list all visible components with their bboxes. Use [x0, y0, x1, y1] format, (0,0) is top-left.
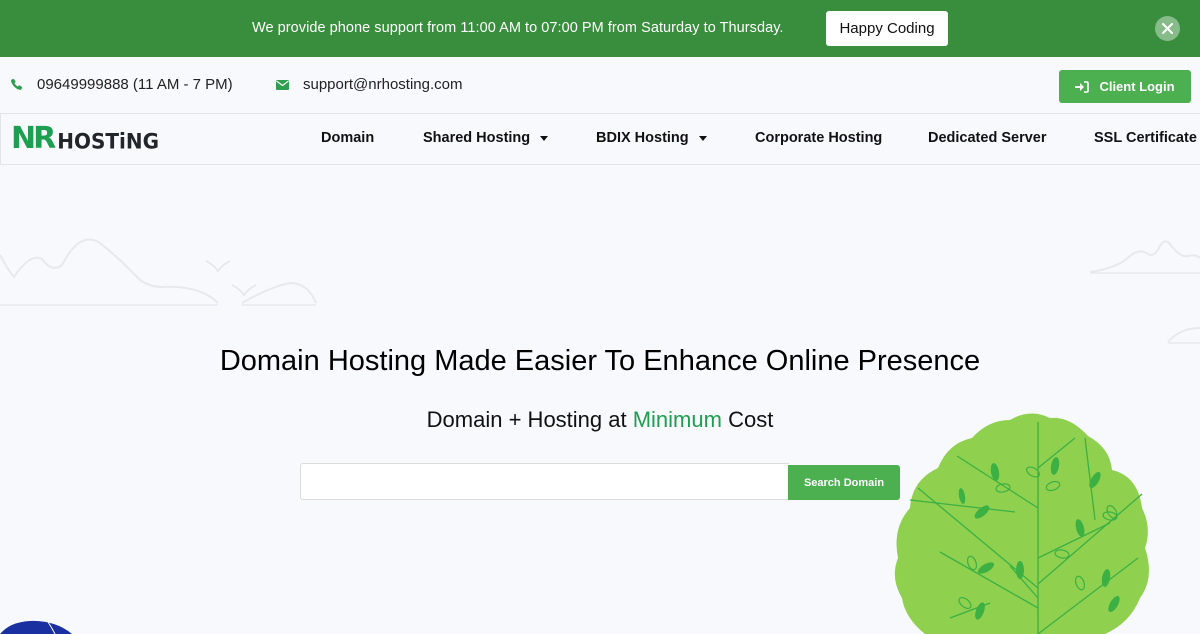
nav-item-ssl-certificate[interactable]: SSL Certificate — [1094, 130, 1197, 146]
email-contact: support@nrhosting.com — [276, 76, 462, 93]
phone-number[interactable]: 09649999888 (11 AM - 7 PM) — [37, 76, 233, 93]
globe-illustration — [0, 620, 72, 634]
nav-label: Dedicated Server — [928, 130, 1047, 146]
nav-item-dedicated-server[interactable]: Dedicated Server — [928, 130, 1046, 146]
announcement-text: We provide phone support from 11:00 AM t… — [252, 20, 784, 36]
nav-label: SSL Certificate — [1094, 130, 1197, 146]
nav-item-corporate-hosting[interactable]: Corporate Hosting — [755, 130, 882, 146]
logo-hosting: HOSTiNG — [57, 128, 160, 154]
caret-down-icon — [698, 135, 707, 141]
contact-bar: 09649999888 (11 AM - 7 PM) support@nrhos… — [0, 57, 1200, 113]
close-icon — [1162, 23, 1173, 34]
nav-label: Shared Hosting — [423, 130, 531, 146]
subtitle-highlight: Minimum — [632, 407, 722, 432]
subtitle-text-end: Cost — [721, 407, 774, 432]
logo-nr: NR — [11, 121, 56, 156]
sign-in-icon — [1075, 80, 1090, 93]
main-navbar: NR HOSTiNG Domain Shared Hosting BDIX Ho… — [0, 113, 1200, 165]
domain-search-input[interactable] — [300, 463, 789, 500]
nav-item-shared-hosting[interactable]: Shared Hosting — [423, 130, 549, 146]
nav-item-bdix-hosting[interactable]: BDIX Hosting — [596, 130, 707, 146]
email-address[interactable]: support@nrhosting.com — [303, 76, 462, 93]
close-announcement-button[interactable] — [1155, 16, 1180, 41]
envelope-icon — [276, 79, 289, 90]
search-domain-button[interactable]: Search Domain — [788, 465, 900, 500]
mountain-outline-right — [1089, 240, 1200, 344]
mountain-outline-left — [0, 238, 317, 306]
caret-down-icon — [540, 135, 549, 141]
nrhosting-logo[interactable]: NR HOSTiNG — [11, 124, 159, 154]
nav-label: Domain — [321, 130, 375, 146]
subtitle-text: Domain + Hosting at — [426, 407, 633, 432]
tree-illustration — [894, 413, 1149, 634]
client-login-button[interactable]: Client Login — [1059, 70, 1191, 103]
hero-title: Domain Hosting Made Easier To Enhance On… — [219, 345, 981, 377]
nav-label: BDIX Hosting — [596, 130, 689, 146]
phone-icon — [10, 78, 23, 91]
nav-item-domain[interactable]: Domain — [321, 130, 374, 146]
phone-contact: 09649999888 (11 AM - 7 PM) — [10, 76, 233, 93]
happy-coding-button[interactable]: Happy Coding — [826, 11, 948, 46]
nav-label: Corporate Hosting — [755, 130, 883, 146]
client-login-label: Client Login — [1099, 79, 1175, 94]
announcement-bar: We provide phone support from 11:00 AM t… — [0, 0, 1200, 57]
